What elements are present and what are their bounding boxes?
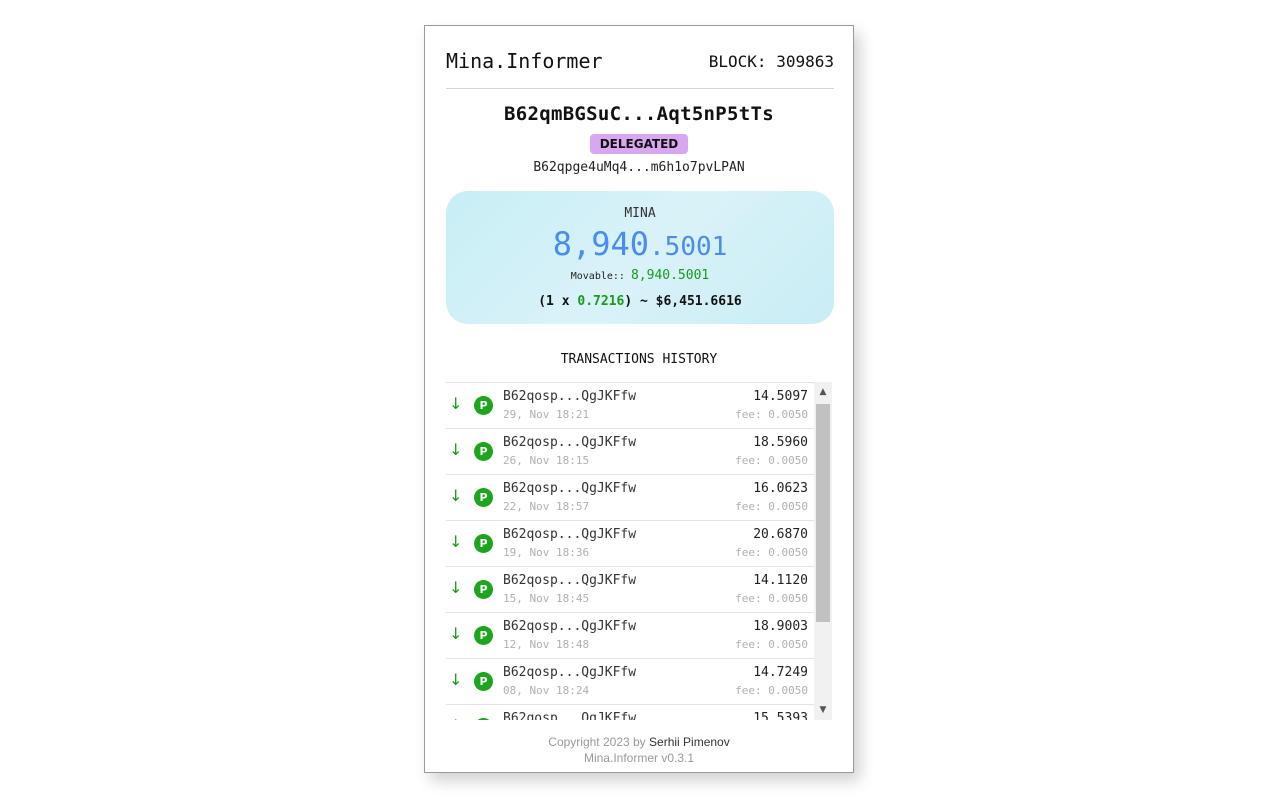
transaction-amount: 14.7249 [753,665,808,680]
author-link[interactable]: Serhii Pimenov [649,735,730,749]
transaction-fee: fee: 0.0050 [735,546,808,559]
movable-value: 8,940.5001 [630,268,710,283]
transaction-row[interactable]: ↓ P B62qosp...QgJKFfw 08, Nov 18:24 14.7249 f… [446,658,814,703]
copyright-line: Copyright 2023 by Serhii Pimenov [425,734,853,750]
status-badge-wrap: DELEGATED [425,133,853,154]
payment-type-icon: P [474,626,493,645]
transaction-amount: 14.1120 [753,573,808,588]
payment-type-icon: P [474,442,493,461]
transaction-date: 19, Nov 18:36 [503,546,590,559]
account-address[interactable]: B62qmBGSuC...Aqt5nP5tTs [425,103,853,125]
transaction-row[interactable]: ↓ P B62qosp...QgJKFfw 22, Nov 18:57 16.0623 f… [446,474,814,519]
balance-amount: 8,940.5001 [446,225,834,263]
incoming-arrow-icon: ↓ [449,578,463,597]
header: Mina.Informer BLOCK: 309863 [446,46,834,89]
incoming-arrow-icon: ↓ [449,532,463,551]
transactions-title: TRANSACTIONS HISTORY [560,352,718,367]
transaction-fee: fee: 0.0050 [735,592,808,605]
transactions-list[interactable]: ↓ P B62qosp...QgJKFfw 29, Nov 18:21 14.5097 f… [446,382,834,720]
transaction-amount: 20.6870 [753,527,808,542]
payment-type-icon: P [474,672,493,691]
transaction-row[interactable]: ↓ P B62qosp...QgJKFfw 12, Nov 18:48 18.9003 f… [446,612,814,657]
copyright-text: Copyright 2023 by [548,735,650,749]
movable-label: Movable:: [570,271,625,282]
transaction-address[interactable]: B62qosp...QgJKFfw [503,481,636,496]
rate-value: 0.7216 [577,294,625,309]
transaction-amount: 18.5960 [753,435,808,450]
transaction-date: 26, Nov 18:15 [503,454,590,467]
status-badge: DELEGATED [589,134,689,154]
transaction-address[interactable]: B62qosp...QgJKFfw [503,573,636,588]
incoming-arrow-icon: ↓ [449,624,463,643]
transaction-amount: 15.5393 [753,711,808,720]
transaction-date: 22, Nov 18:57 [503,500,590,513]
transaction-fee: fee: 0.0050 [735,454,808,467]
scroll-thumb[interactable] [816,404,830,622]
transaction-fee: fee: 0.0050 [735,500,808,513]
balance-integer: 8,940 [552,225,650,263]
transaction-row[interactable]: ↓ P B62qosp...QgJKFfw 19, Nov 18:36 20.6870 f… [446,520,814,565]
scrollbar[interactable]: ▲ ▼ [814,382,832,720]
transaction-date: 29, Nov 18:21 [503,408,590,421]
movable-balance: Movable:: 8,940.5001 [446,268,834,283]
transaction-row[interactable]: ↓ P B62qosp...QgJKFfw 15.5393 [446,704,814,720]
incoming-arrow-icon: ↓ [449,670,463,689]
transaction-row[interactable]: ↓ P B62qosp...QgJKFfw 15, Nov 18:45 14.1120 f… [446,566,814,611]
balance-decimal: .5001 [649,232,728,262]
transaction-amount: 14.5097 [753,389,808,404]
transaction-date: 15, Nov 18:45 [503,592,590,605]
transaction-date: 12, Nov 18:48 [503,638,590,651]
version-text: Mina.Informer v0.3.1 [583,751,695,765]
payment-type-icon: P [474,580,493,599]
payment-type-icon: P [474,396,493,415]
block-height: BLOCK: 309863 [708,52,834,71]
transaction-address[interactable]: B62qosp...QgJKFfw [503,527,636,542]
transaction-row[interactable]: ↓ P B62qosp...QgJKFfw 29, Nov 18:21 14.5097 f… [446,382,814,427]
transaction-address[interactable]: B62qosp...QgJKFfw [503,711,636,720]
app-title: Mina.Informer [446,49,603,73]
transaction-date: 08, Nov 18:24 [503,684,590,697]
app-card: Mina.Informer BLOCK: 309863 B62qmBGSuC..… [424,25,854,773]
transaction-row[interactable]: ↓ P B62qosp...QgJKFfw 26, Nov 18:15 18.5960 f… [446,428,814,473]
transaction-amount: 18.9003 [753,619,808,634]
rate-prefix: (1 x [538,294,578,309]
scroll-up-arrow-icon[interactable]: ▲ [814,382,832,402]
footer: Copyright 2023 by Serhii Pimenov Mina.In… [425,734,853,766]
scroll-down-arrow-icon[interactable]: ▼ [814,700,832,720]
incoming-arrow-icon: ↓ [449,716,462,720]
transaction-amount: 16.0623 [753,481,808,496]
incoming-arrow-icon: ↓ [449,394,463,413]
payment-type-icon: P [474,488,493,507]
currency-label: MINA [624,206,656,221]
transaction-fee: fee: 0.0050 [735,684,808,697]
transaction-fee: fee: 0.0050 [735,638,808,651]
transaction-address[interactable]: B62qosp...QgJKFfw [503,389,636,404]
balance-panel: MINA 8,940.5001 Movable:: 8,940.5001 (1 … [446,191,834,324]
rate-line: (1 x 0.7216) ~ $6,451.6616 [446,294,834,309]
payment-type-icon: P [474,718,493,720]
incoming-arrow-icon: ↓ [449,440,463,459]
incoming-arrow-icon: ↓ [449,486,463,505]
transaction-address[interactable]: B62qosp...QgJKFfw [503,619,636,634]
transaction-address[interactable]: B62qosp...QgJKFfw [503,665,636,680]
transaction-fee: fee: 0.0050 [735,408,808,421]
rate-suffix: ) ~ $6,451.6616 [624,294,742,309]
payment-type-icon: P [474,534,493,553]
delegate-address[interactable]: B62qpge4uMq4...m6h1o7pvLPAN [425,160,853,175]
transaction-address[interactable]: B62qosp...QgJKFfw [503,435,636,450]
